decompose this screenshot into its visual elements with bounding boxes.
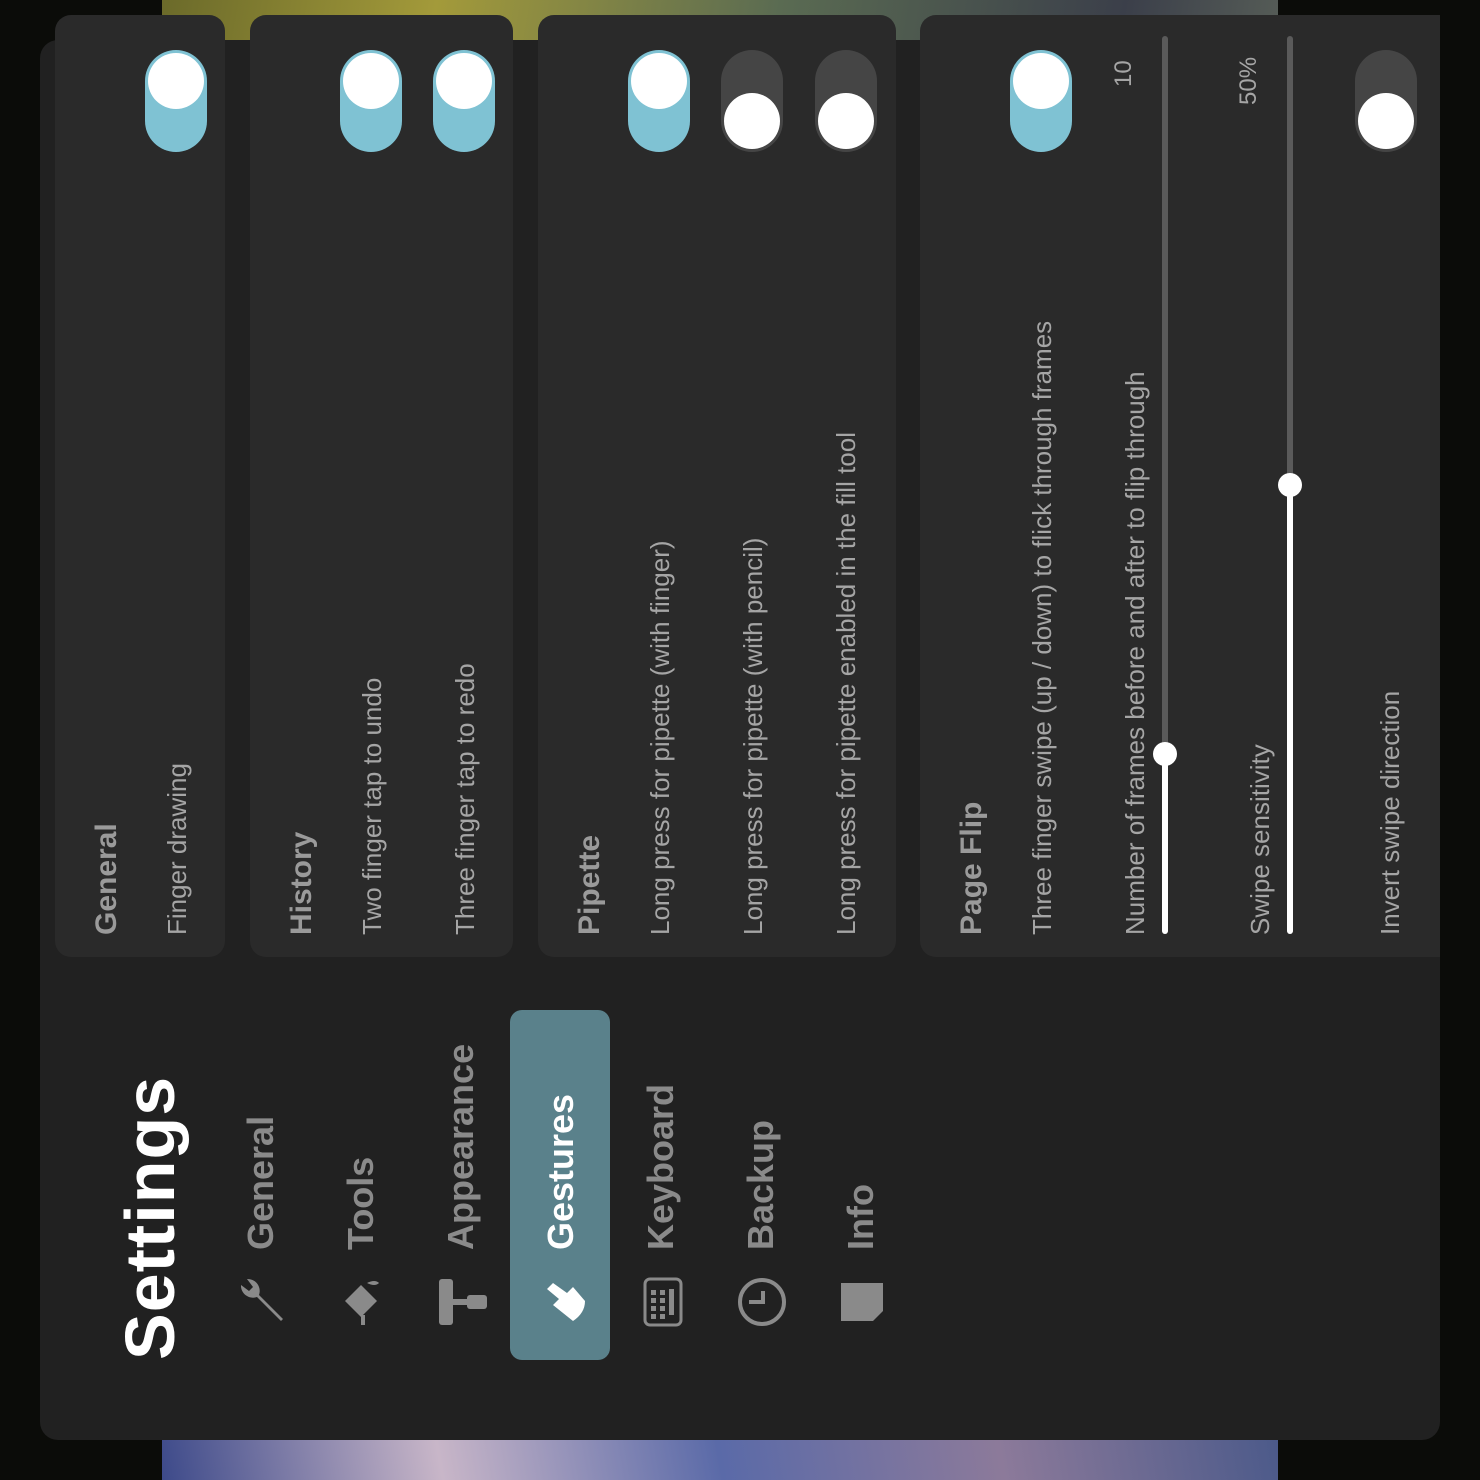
nav-item-appearance[interactable]: Appearance <box>410 1010 510 1360</box>
slider-frames-count[interactable] <box>1150 36 1180 934</box>
slider-thumb[interactable] <box>1278 473 1302 497</box>
backup-clock-icon <box>732 1272 792 1332</box>
row-label-swipe-sensitivity: Swipe sensitivity <box>1245 744 1275 935</box>
row-label-frames-count: Number of frames before and after to fli… <box>1120 371 1150 935</box>
section-title-history: History <box>285 831 318 935</box>
toggle-knob <box>148 53 204 109</box>
row-label-pipette-fill-tool: Long press for pipette enabled in the fi… <box>831 431 861 935</box>
section-title-general: General <box>90 823 123 935</box>
row-label-pipette-finger: Long press for pipette (with finger) <box>645 540 675 935</box>
section-title-page-flip: Page Flip <box>955 801 988 935</box>
toggle-knob <box>343 53 399 109</box>
toggle-invert-swipe[interactable] <box>1355 50 1417 152</box>
row-label-two-finger-undo: Two finger tap to undo <box>357 677 387 935</box>
toggle-pipette-pencil[interactable] <box>721 50 783 152</box>
section-page-flip: Page Flip Three finger swipe (up / down)… <box>920 15 1440 957</box>
toggle-pipette-fill-tool[interactable] <box>815 50 877 152</box>
section-general: General Finger drawing <box>55 15 225 957</box>
nav-label-backup: Backup <box>740 1119 781 1250</box>
rotated-settings-view: Settings General Tools Appearance Gestur… <box>0 0 1480 1480</box>
toggle-knob <box>818 93 874 149</box>
paint-bucket-icon <box>332 1272 392 1332</box>
slider-fill <box>1162 754 1168 934</box>
row-label-finger-drawing: Finger drawing <box>162 763 192 935</box>
toggle-three-finger-swipe[interactable] <box>1010 50 1072 152</box>
slider-thumb[interactable] <box>1153 742 1177 767</box>
toggle-knob <box>631 53 687 109</box>
slider-value-frames-count: 10 <box>1110 60 1137 87</box>
nav-label-keyboard: Keyboard <box>640 1083 681 1250</box>
nav-item-info[interactable]: Info <box>810 1010 910 1360</box>
toggle-pipette-finger[interactable] <box>628 50 690 152</box>
row-label-pipette-pencil: Long press for pipette (with pencil) <box>738 537 768 935</box>
nav-label-info: Info <box>840 1184 881 1250</box>
nav-item-tools[interactable]: Tools <box>310 1010 410 1360</box>
slider-value-swipe-sensitivity: 50% <box>1235 56 1262 105</box>
paint-roller-icon <box>432 1272 492 1332</box>
nav-item-general[interactable]: General <box>210 1010 310 1360</box>
toggle-finger-drawing[interactable] <box>145 50 207 152</box>
toggle-knob <box>724 93 780 149</box>
section-history: History Two finger tap to undo Three fin… <box>250 15 513 957</box>
info-document-icon <box>832 1272 892 1332</box>
nav-item-gestures[interactable]: Gestures <box>510 1010 610 1360</box>
keyboard-icon <box>632 1272 692 1332</box>
page-title: Settings <box>111 1075 189 1360</box>
toggle-two-finger-undo[interactable] <box>340 50 402 152</box>
nav-item-keyboard[interactable]: Keyboard <box>610 1010 710 1360</box>
row-label-invert-swipe: Invert swipe direction <box>1375 690 1405 935</box>
toggle-knob <box>436 53 492 109</box>
toggle-knob <box>1358 93 1414 149</box>
nav-label-tools: Tools <box>340 1156 381 1250</box>
slider-fill <box>1287 485 1293 934</box>
nav-label-general: General <box>240 1115 281 1250</box>
wrench-icon <box>232 1272 292 1332</box>
nav-label-gestures: Gestures <box>540 1093 581 1250</box>
nav-label-appearance: Appearance <box>440 1043 481 1250</box>
toggle-knob <box>1013 53 1069 109</box>
toggle-three-finger-redo[interactable] <box>433 50 495 152</box>
row-label-three-finger-swipe: Three finger swipe (up / down) to flick … <box>1027 320 1057 935</box>
nav-item-backup[interactable]: Backup <box>710 1010 810 1360</box>
row-label-three-finger-redo: Three finger tap to redo <box>450 663 480 935</box>
section-title-pipette: Pipette <box>573 834 606 935</box>
settings-panel: Settings General Tools Appearance Gestur… <box>40 15 1440 1440</box>
hand-pointer-icon <box>532 1272 592 1332</box>
section-pipette: Pipette Long press for pipette (with fin… <box>538 15 896 957</box>
slider-swipe-sensitivity[interactable] <box>1275 36 1305 934</box>
